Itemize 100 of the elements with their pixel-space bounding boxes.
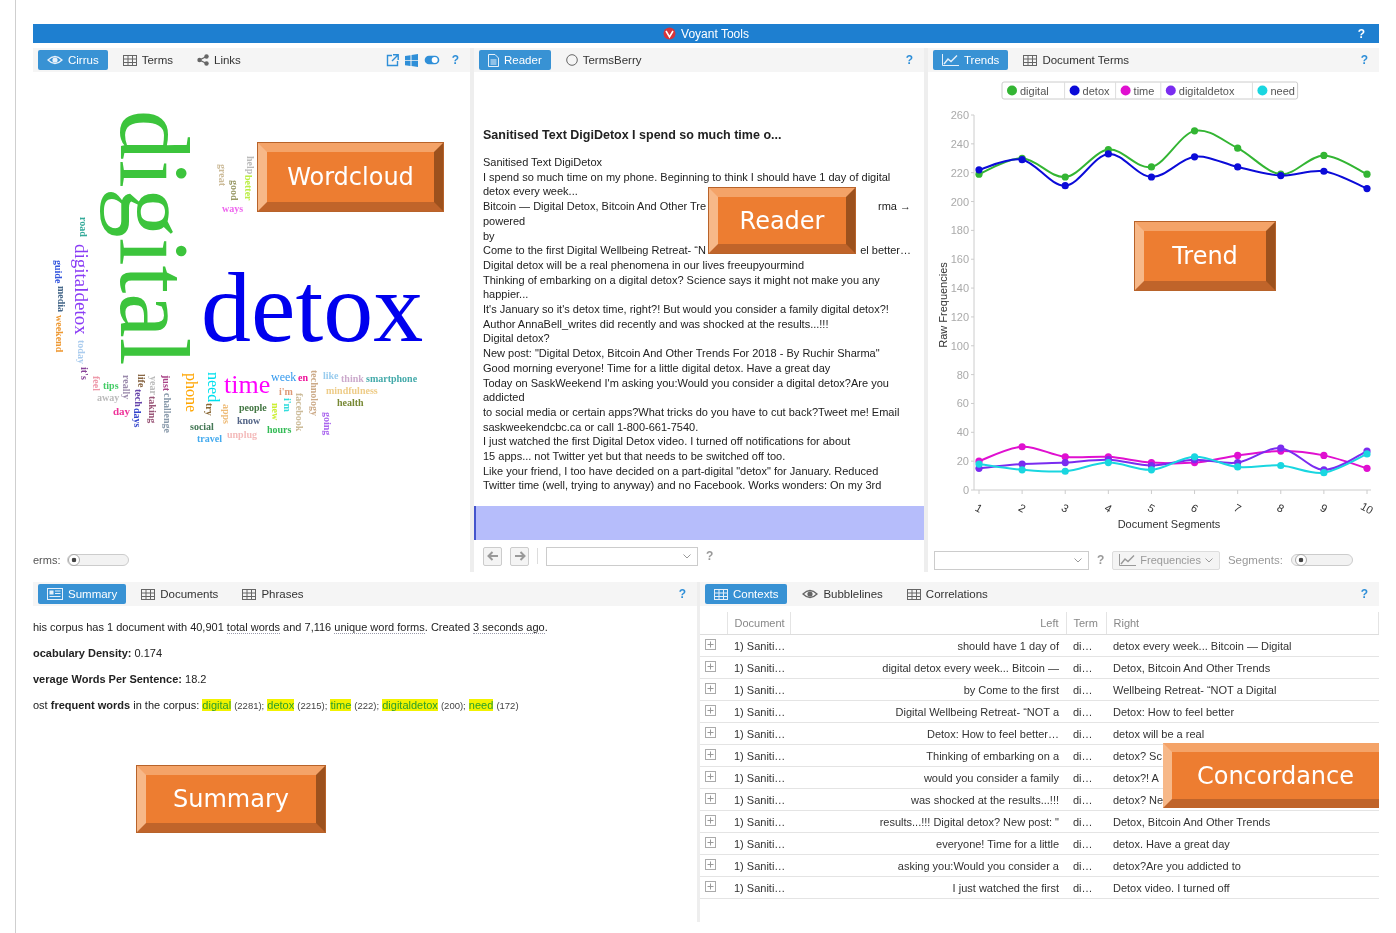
cloud-word[interactable]: tips [103, 380, 119, 391]
cloud-word[interactable]: day [113, 405, 131, 418]
cloud-word[interactable]: ways [222, 203, 244, 214]
cloud-word[interactable]: apps [221, 404, 232, 424]
tab[interactable]: Contexts [705, 584, 788, 604]
cloud-word[interactable]: taking [147, 396, 158, 424]
tab[interactable]: Bubblelines [793, 584, 892, 604]
tab[interactable]: Correlations [897, 584, 997, 604]
cloud-word[interactable]: really [121, 375, 132, 400]
expand-icon[interactable] [705, 859, 716, 870]
tab[interactable]: Documents [132, 584, 228, 604]
frequencies-button[interactable]: Frequencies [1112, 550, 1220, 570]
external-link-icon[interactable] [385, 53, 399, 67]
help-button[interactable]: ? [445, 53, 465, 67]
cloud-word[interactable]: help [245, 156, 256, 175]
help-button[interactable]: ? [1354, 53, 1374, 67]
cloud-word[interactable]: digitaldetox [70, 244, 92, 335]
cloud-word[interactable]: great [217, 164, 228, 187]
tab[interactable]: TermsBerry [556, 50, 651, 70]
cloud-word[interactable]: guide [53, 260, 64, 284]
term-link[interactable]: digitaldetox [382, 699, 438, 711]
cloud-word[interactable]: life [136, 374, 147, 388]
expand-icon[interactable] [705, 815, 716, 826]
column-header[interactable]: Left [790, 612, 1066, 635]
tab[interactable]: Summary [38, 584, 127, 604]
term-link[interactable]: need [468, 699, 494, 711]
cloud-word[interactable]: social [190, 421, 214, 432]
cloud-word[interactable]: unplug [227, 429, 258, 440]
expand-icon[interactable] [705, 793, 716, 804]
expand-icon[interactable] [705, 727, 716, 738]
tab[interactable]: Links [188, 50, 250, 70]
help-button[interactable]: ? [672, 587, 692, 601]
cloud-word[interactable]: today [76, 340, 87, 364]
cloud-word[interactable]: i'm [282, 398, 293, 412]
tab[interactable]: Phrases [233, 584, 313, 604]
term-link[interactable]: detox [267, 699, 295, 711]
slider[interactable] [1290, 554, 1353, 566]
tab[interactable]: Trends [933, 50, 1009, 70]
tab[interactable]: Terms [113, 50, 182, 70]
cloud-word[interactable]: just [161, 375, 172, 392]
slider-thumb[interactable] [67, 554, 80, 566]
cloud-word[interactable]: time [224, 370, 271, 400]
cloud-word[interactable]: think [341, 373, 364, 384]
expand-icon[interactable] [705, 661, 716, 672]
column-header[interactable]: Term [1066, 612, 1106, 635]
cloud-word[interactable]: media [56, 286, 67, 313]
expand-icon[interactable] [705, 705, 716, 716]
term-link[interactable]: digital [202, 699, 232, 711]
cloud-word[interactable]: facebook [294, 393, 305, 432]
cloud-word[interactable]: phone [182, 373, 201, 413]
slider-thumb[interactable] [1294, 554, 1307, 566]
help-button[interactable]: ? [1354, 587, 1374, 601]
cloud-word[interactable]: challenge [162, 393, 173, 433]
cloud-word[interactable]: like [323, 370, 339, 381]
cloud-word[interactable]: weekend [54, 315, 65, 353]
cloud-word[interactable]: en [298, 372, 308, 383]
info-link[interactable]: 3 seconds ago [473, 621, 545, 634]
back-button[interactable] [483, 546, 502, 566]
slider[interactable] [66, 554, 129, 566]
column-header[interactable]: Right [1106, 612, 1379, 635]
windows-icon[interactable] [404, 53, 418, 67]
tab[interactable]: Cirrus [38, 50, 108, 70]
cloud-word[interactable]: away [97, 392, 120, 403]
cloud-word[interactable]: need [204, 372, 223, 403]
tab[interactable]: Reader [479, 50, 551, 70]
info-link[interactable]: total words [226, 621, 281, 634]
expand-icon[interactable] [705, 683, 716, 694]
cloud-word[interactable]: technology [309, 370, 320, 417]
cloud-word[interactable]: year [148, 376, 159, 395]
cloud-word[interactable]: smartphone [366, 373, 418, 384]
cloud-word[interactable]: travel [197, 433, 222, 444]
cloud-word[interactable]: detox [201, 250, 424, 365]
cloud-word[interactable]: feel [91, 376, 102, 391]
info-link[interactable]: unique word forms [334, 621, 425, 634]
column-header[interactable]: Document [727, 612, 790, 635]
forward-button[interactable] [510, 546, 529, 566]
cloud-word[interactable]: tech [133, 389, 144, 407]
cloud-word[interactable]: know [237, 415, 261, 426]
cloud-word[interactable]: going [322, 412, 333, 436]
help-button[interactable]: ? [706, 549, 714, 563]
help-button[interactable]: ? [1097, 553, 1105, 567]
cloud-word[interactable]: hours [267, 424, 292, 435]
dropdown-field[interactable] [546, 546, 698, 566]
help-button[interactable]: ? [1357, 26, 1379, 41]
cloud-word[interactable]: days [132, 408, 143, 428]
expand-icon[interactable] [705, 771, 716, 782]
expand-icon[interactable] [705, 881, 716, 892]
cloud-word[interactable]: people [239, 402, 267, 413]
expand-icon[interactable] [705, 837, 716, 848]
cloud-word[interactable]: good [229, 180, 240, 201]
cloud-word[interactable]: health [337, 397, 364, 408]
tab[interactable]: Document Terms [1014, 50, 1139, 70]
cloud-word[interactable]: try [204, 403, 215, 416]
cloud-word[interactable]: road [78, 217, 89, 237]
cloud-word[interactable]: week [271, 371, 297, 385]
cloud-word[interactable]: it's [79, 367, 90, 380]
toggle-icon[interactable] [423, 55, 440, 65]
help-button[interactable]: ? [899, 53, 919, 67]
cloud-word[interactable]: i'm [279, 386, 293, 397]
term-link[interactable]: time [330, 699, 352, 711]
